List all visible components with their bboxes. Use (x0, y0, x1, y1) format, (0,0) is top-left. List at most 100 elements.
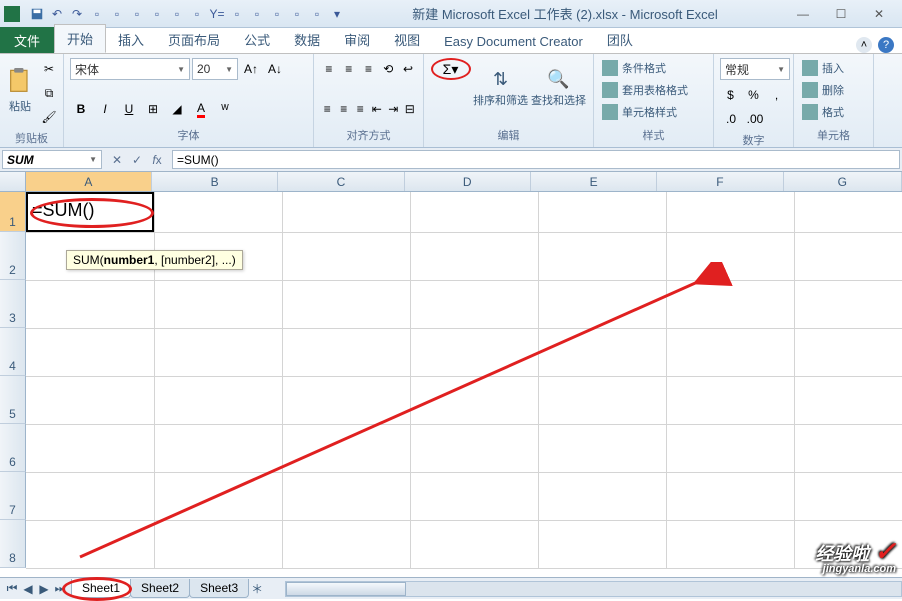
shrink-font-icon[interactable]: A↓ (264, 58, 286, 80)
align-center-icon[interactable]: ≡ (337, 98, 352, 120)
tab-review[interactable]: 审阅 (332, 26, 382, 53)
font-color-icon[interactable]: A (190, 98, 212, 120)
phonetic-icon[interactable]: ᵂ (214, 98, 236, 120)
prev-sheet-icon[interactable]: ◀ (20, 581, 36, 597)
name-box[interactable]: SUM▼ (2, 150, 102, 169)
number-format-combo[interactable]: 常规▼ (720, 58, 790, 80)
qat-btn-10[interactable]: Y= (208, 5, 226, 23)
maximize-button[interactable]: ☐ (826, 4, 856, 24)
percent-icon[interactable]: % (743, 84, 764, 106)
delete-cells-button[interactable]: 删除 (800, 80, 867, 100)
scroll-thumb[interactable] (286, 582, 406, 596)
paste-button[interactable]: 粘贴 (6, 58, 34, 124)
format-cells-button[interactable]: 格式 (800, 102, 867, 122)
close-button[interactable]: ✕ (864, 4, 894, 24)
indent-dec-icon[interactable]: ⇤ (370, 98, 385, 120)
insert-cells-button[interactable]: 插入 (800, 58, 867, 78)
autosum-button[interactable]: Σ ▾ (431, 58, 471, 80)
align-middle-icon[interactable]: ≡ (340, 58, 358, 80)
cancel-formula-icon[interactable]: ✕ (108, 151, 126, 169)
font-size-combo[interactable]: 20▼ (192, 58, 238, 80)
orientation-icon[interactable]: ⟲ (379, 58, 397, 80)
col-header-g[interactable]: G (784, 172, 902, 191)
sheet-tab-3[interactable]: Sheet3 (189, 579, 249, 598)
sheet-tab-1[interactable]: Sheet1 (71, 579, 131, 598)
qat-btn-4[interactable]: ▫ (88, 5, 106, 23)
qat-btn-9[interactable]: ▫ (188, 5, 206, 23)
cells-area[interactable]: =SUM() SUM(number1, [number2], ...) (26, 192, 902, 568)
first-sheet-icon[interactable]: ⏮ (4, 581, 20, 597)
bold-button[interactable]: B (70, 98, 92, 120)
merge-icon[interactable]: ⊟ (403, 98, 418, 120)
align-left-icon[interactable]: ≡ (320, 98, 335, 120)
cut-icon[interactable]: ✂ (38, 58, 60, 80)
currency-icon[interactable]: $ (720, 84, 741, 106)
tab-view[interactable]: 视图 (382, 26, 432, 53)
minimize-button[interactable]: — (788, 4, 818, 24)
copy-icon[interactable]: ⧉ (38, 82, 60, 104)
cell-styles-button[interactable]: 单元格样式 (600, 102, 707, 122)
fill-color-icon[interactable]: ◢ (166, 98, 188, 120)
fx-icon[interactable]: fx (148, 151, 166, 169)
col-header-f[interactable]: F (657, 172, 783, 191)
next-sheet-icon[interactable]: ▶ (36, 581, 52, 597)
sheet-tab-2[interactable]: Sheet2 (130, 579, 190, 598)
wrap-text-icon[interactable]: ↩ (399, 58, 417, 80)
dec-decimal-icon[interactable]: .00 (744, 108, 766, 130)
find-select-button[interactable]: 🔍 查找和选择 (531, 58, 587, 118)
tab-team[interactable]: 团队 (595, 26, 645, 53)
tab-file[interactable]: 文件 (0, 27, 54, 53)
tab-edc[interactable]: Easy Document Creator (432, 30, 595, 53)
qat-btn-14[interactable]: ▫ (288, 5, 306, 23)
align-top-icon[interactable]: ≡ (320, 58, 338, 80)
row-header-2[interactable]: 2 (0, 232, 26, 280)
tab-page-layout[interactable]: 页面布局 (156, 26, 232, 53)
help-icon[interactable]: ? (878, 37, 894, 53)
align-bottom-icon[interactable]: ≡ (360, 58, 378, 80)
qat-dropdown-icon[interactable]: ▾ (328, 5, 346, 23)
undo-icon[interactable]: ↶ (48, 5, 66, 23)
qat-btn-7[interactable]: ▫ (148, 5, 166, 23)
select-all-button[interactable] (0, 172, 26, 191)
enter-formula-icon[interactable]: ✓ (128, 151, 146, 169)
row-header-3[interactable]: 3 (0, 280, 26, 328)
qat-btn-11[interactable]: ▫ (228, 5, 246, 23)
row-header-4[interactable]: 4 (0, 328, 26, 376)
grow-font-icon[interactable]: A↑ (240, 58, 262, 80)
conditional-format-button[interactable]: 条件格式 (600, 58, 707, 78)
tab-data[interactable]: 数据 (282, 26, 332, 53)
inc-decimal-icon[interactable]: .0 (720, 108, 742, 130)
redo-icon[interactable]: ↷ (68, 5, 86, 23)
row-header-8[interactable]: 8 (0, 520, 26, 568)
font-name-combo[interactable]: 宋体▼ (70, 58, 190, 80)
formula-input[interactable]: =SUM() (172, 150, 900, 169)
tab-formulas[interactable]: 公式 (232, 26, 282, 53)
qat-btn-15[interactable]: ▫ (308, 5, 326, 23)
italic-button[interactable]: I (94, 98, 116, 120)
align-right-icon[interactable]: ≡ (353, 98, 368, 120)
col-header-e[interactable]: E (531, 172, 657, 191)
comma-icon[interactable]: , (766, 84, 787, 106)
minimize-ribbon-icon[interactable]: ˄ (856, 37, 872, 53)
border-icon[interactable]: ⊞ (142, 98, 164, 120)
qat-btn-12[interactable]: ▫ (248, 5, 266, 23)
col-header-c[interactable]: C (278, 172, 404, 191)
save-icon[interactable] (28, 5, 46, 23)
format-painter-icon[interactable]: 🖌 (38, 106, 60, 128)
new-sheet-icon[interactable]: ＊ (249, 581, 265, 597)
sort-filter-button[interactable]: ⇅ 排序和筛选 (473, 58, 529, 118)
qat-btn-13[interactable]: ▫ (268, 5, 286, 23)
table-format-button[interactable]: 套用表格格式 (600, 80, 707, 100)
qat-btn-6[interactable]: ▫ (128, 5, 146, 23)
tab-insert[interactable]: 插入 (106, 26, 156, 53)
qat-btn-8[interactable]: ▫ (168, 5, 186, 23)
row-header-1[interactable]: 1 (0, 192, 26, 232)
col-header-b[interactable]: B (152, 172, 278, 191)
horizontal-scrollbar[interactable] (285, 581, 902, 597)
underline-button[interactable]: U (118, 98, 140, 120)
col-header-d[interactable]: D (405, 172, 531, 191)
qat-btn-5[interactable]: ▫ (108, 5, 126, 23)
row-header-7[interactable]: 7 (0, 472, 26, 520)
row-header-5[interactable]: 5 (0, 376, 26, 424)
last-sheet-icon[interactable]: ⏭ (52, 581, 68, 597)
